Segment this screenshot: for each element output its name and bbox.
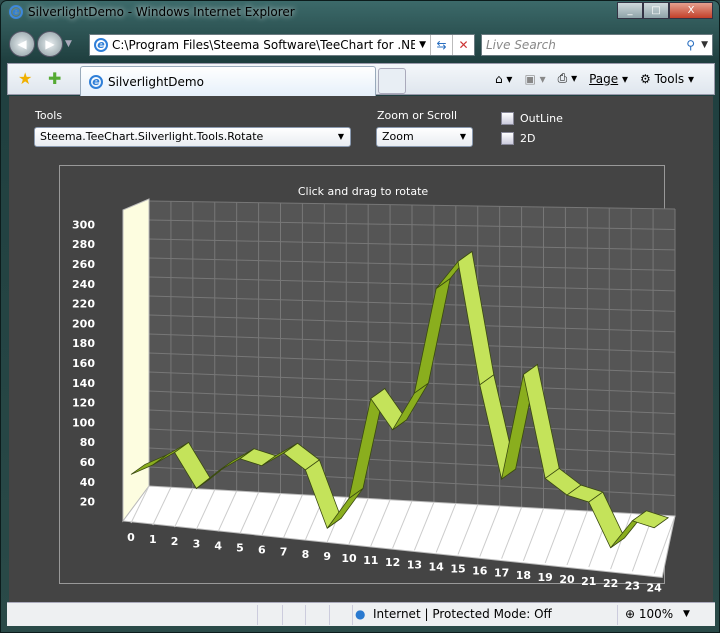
- y-tick-label: 60: [80, 456, 96, 469]
- page-menu[interactable]: Page ▾: [589, 72, 628, 86]
- browser-window: e SilverlightDemo - Windows Internet Expl…: [0, 0, 720, 633]
- x-tick-label: 23: [625, 579, 640, 592]
- search-box[interactable]: Live Search ⚲ ▼: [481, 34, 713, 56]
- security-zone[interactable]: Internet | Protected Mode: Off: [373, 607, 552, 621]
- y-tick-label: 200: [72, 317, 95, 330]
- x-tick-label: 1: [149, 533, 157, 546]
- silverlight-app: Tools Steema.TeeChart.Silverlight.Tools.…: [9, 96, 713, 602]
- x-tick-label: 11: [363, 554, 378, 567]
- x-tick-label: 12: [385, 556, 400, 569]
- chart-title: Click and drag to rotate: [298, 185, 429, 198]
- x-tick-label: 8: [302, 548, 310, 561]
- x-tick-label: 21: [581, 575, 596, 588]
- y-tick-label: 300: [72, 218, 95, 231]
- tools-menu[interactable]: ⚙ Tools ▾: [640, 72, 694, 86]
- page-icon: e: [94, 38, 108, 52]
- tab-silverlightdemo[interactable]: e SilverlightDemo: [80, 66, 376, 96]
- chart-3d[interactable]: 2040608010012014016018020022024026028030…: [9, 96, 713, 602]
- y-tick-label: 140: [72, 377, 95, 390]
- refresh-icon[interactable]: ⇆: [430, 35, 452, 55]
- forward-button[interactable]: ▶: [37, 31, 63, 57]
- y-tick-label: 20: [80, 496, 96, 509]
- x-tick-label: 18: [516, 569, 531, 582]
- left-wall: [122, 198, 150, 523]
- zoom-dropdown-icon[interactable]: ▼: [683, 609, 690, 619]
- x-tick-label: 16: [472, 565, 488, 578]
- print-icon[interactable]: ⎙ ▾: [558, 71, 577, 86]
- y-tick-label: 100: [72, 416, 95, 429]
- x-tick-label: 19: [538, 571, 553, 584]
- status-bar: ● Internet | Protected Mode: Off ⊕ 100% …: [7, 602, 715, 626]
- favorites-star-icon[interactable]: ★: [18, 69, 32, 88]
- zoom-level[interactable]: ⊕ 100%: [625, 607, 673, 621]
- y-tick-label: 280: [72, 238, 95, 251]
- address-dropdown-icon[interactable]: ▼: [415, 40, 430, 50]
- x-tick-label: 3: [193, 537, 201, 550]
- globe-icon: ●: [355, 607, 366, 621]
- window-title: e SilverlightDemo - Windows Internet Expl…: [9, 5, 295, 19]
- x-tick-label: 24: [647, 581, 663, 594]
- feeds-icon[interactable]: ▣ ▾: [524, 72, 545, 86]
- y-tick-label: 240: [72, 278, 95, 291]
- x-tick-label: 15: [450, 563, 465, 576]
- x-tick-label: 17: [494, 567, 509, 580]
- x-tick-label: 7: [280, 546, 288, 559]
- search-dropdown-icon[interactable]: ▼: [701, 40, 712, 50]
- x-tick-label: 14: [429, 560, 445, 573]
- address-input[interactable]: C:\Program Files\Steema Software\TeeChar…: [108, 38, 415, 52]
- new-tab-button[interactable]: [378, 68, 406, 94]
- x-tick-label: 20: [559, 573, 575, 586]
- y-tick-label: 80: [80, 436, 96, 449]
- home-icon[interactable]: ⌂ ▾: [495, 72, 512, 86]
- close-button[interactable]: X: [669, 2, 713, 19]
- x-tick-label: 13: [407, 558, 422, 571]
- x-tick-label: 4: [214, 539, 222, 552]
- history-dropdown-icon[interactable]: ▼: [65, 31, 72, 57]
- y-tick-label: 40: [80, 476, 96, 489]
- y-tick-label: 220: [72, 298, 95, 311]
- add-favorite-icon[interactable]: ✚: [48, 69, 61, 88]
- search-icon[interactable]: ⚲: [686, 38, 701, 52]
- ie-logo-icon: e: [9, 5, 23, 19]
- minimize-button[interactable]: _: [617, 2, 643, 19]
- tab-bar: ★ ✚ e SilverlightDemo ⌂ ▾ ▣ ▾ ⎙ ▾ Page ▾ …: [7, 63, 715, 96]
- x-tick-label: 22: [603, 577, 618, 590]
- y-tick-label: 260: [72, 258, 95, 271]
- stop-icon[interactable]: ✕: [452, 35, 474, 55]
- x-tick-label: 10: [341, 552, 357, 565]
- y-tick-label: 160: [72, 357, 95, 370]
- x-tick-label: 5: [236, 542, 244, 555]
- x-tick-label: 0: [127, 531, 135, 544]
- x-tick-label: 9: [323, 550, 331, 563]
- maximize-button[interactable]: □: [643, 2, 669, 19]
- search-input[interactable]: Live Search: [486, 38, 686, 52]
- x-tick-label: 6: [258, 544, 266, 557]
- back-button[interactable]: ◀: [9, 31, 35, 57]
- y-tick-label: 180: [72, 337, 95, 350]
- y-tick-label: 120: [72, 397, 95, 410]
- x-tick-label: 2: [171, 535, 179, 548]
- address-bar[interactable]: e C:\Program Files\Steema Software\TeeCha…: [89, 34, 475, 56]
- tab-ie-icon: e: [89, 74, 103, 89]
